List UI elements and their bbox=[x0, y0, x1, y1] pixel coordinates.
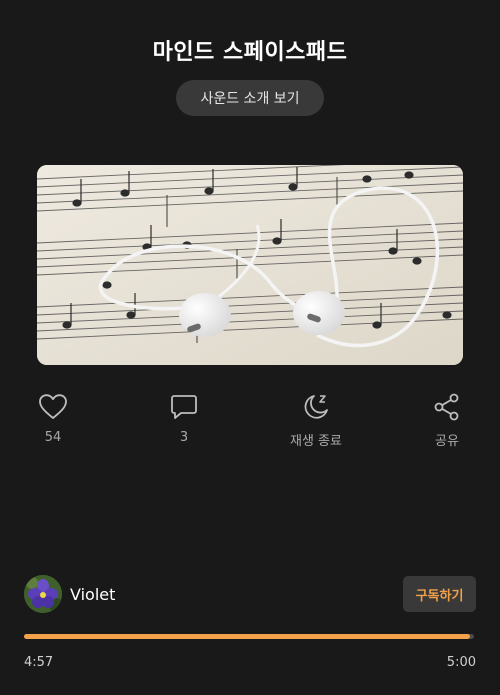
like-count: 54 bbox=[44, 430, 62, 445]
share-button[interactable]: 공유 bbox=[407, 392, 487, 449]
comment-button[interactable]: 3 bbox=[144, 392, 224, 445]
total-time: 5:00 bbox=[446, 655, 476, 670]
sound-intro-button[interactable]: 사운드 소개 보기 bbox=[176, 80, 324, 116]
progress-fill bbox=[24, 634, 470, 639]
sleep-timer-button[interactable]: 재생 종료 bbox=[276, 392, 356, 449]
earphones-sheet-music-image bbox=[37, 165, 463, 365]
page-title: 마인드 스페이스패드 bbox=[152, 40, 348, 65]
cover-image bbox=[37, 165, 463, 365]
like-button[interactable]: 54 bbox=[13, 392, 93, 445]
sleep-timer-label: 재생 종료 bbox=[290, 434, 342, 449]
action-bar: 54 3 재생 종료 공유 bbox=[0, 392, 500, 452]
progress-bar[interactable] bbox=[24, 634, 474, 639]
avatar bbox=[24, 575, 62, 613]
creator-profile[interactable]: Violet bbox=[24, 575, 115, 613]
share-label: 공유 bbox=[435, 434, 459, 449]
heart-icon bbox=[38, 392, 68, 422]
subscribe-button[interactable]: 구독하기 bbox=[403, 576, 476, 612]
comment-icon bbox=[169, 392, 199, 422]
current-time: 4:57 bbox=[24, 655, 54, 670]
comment-count: 3 bbox=[179, 430, 189, 445]
creator-name: Violet bbox=[70, 584, 116, 604]
share-icon bbox=[432, 392, 462, 422]
violet-flower-icon bbox=[24, 575, 62, 613]
moon-icon bbox=[301, 392, 331, 422]
